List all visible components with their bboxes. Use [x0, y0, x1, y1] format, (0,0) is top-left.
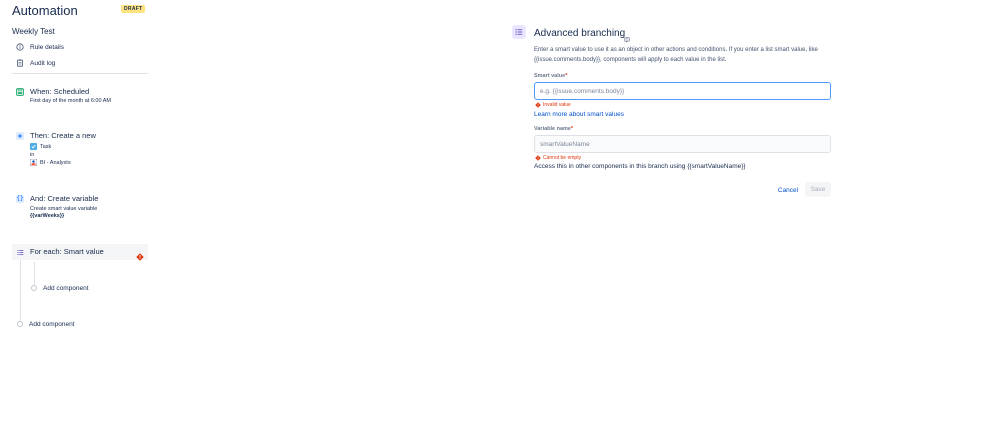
outer-add-dot — [17, 321, 23, 327]
plus-icon — [16, 132, 24, 140]
calendar-icon — [16, 88, 24, 96]
panel-title: Advanced branching — [534, 28, 626, 39]
nav-rule-details[interactable]: Rule details — [16, 43, 64, 51]
panel-description: Enter a smart value to use it as an obje… — [534, 47, 818, 63]
nav-audit-log-label: Audit log — [30, 59, 56, 67]
outer-connector — [20, 260, 21, 322]
add-component-inner[interactable]: Add component — [43, 285, 89, 292]
smart-value-input[interactable] — [534, 82, 831, 100]
access-hint: Access this in other components in this … — [534, 163, 746, 170]
sidebar-divider — [12, 73, 148, 74]
action-create-title: Then: Create a new — [30, 131, 96, 140]
save-button[interactable]: Save — [805, 182, 831, 197]
list-icon — [16, 248, 24, 256]
variable-braces-icon: {} — [16, 195, 24, 203]
project-label: BI - Analysts — [40, 159, 71, 166]
smart-value-label-text: Smart value — [534, 73, 566, 79]
smart-value-required-marker: * — [565, 73, 568, 79]
smart-value-label: Smart value* — [534, 73, 567, 79]
draft-badge: DRAFT — [121, 5, 146, 13]
issue-type-label: Task — [40, 143, 52, 150]
project-avatar-icon — [30, 159, 37, 166]
branch-step-foreach[interactable]: For each: Smart value — [12, 244, 148, 261]
error-icon — [136, 248, 144, 266]
cancel-button[interactable]: Cancel — [774, 183, 802, 197]
foreach-title: For each: Smart value — [30, 247, 104, 256]
variable-name-error-text: Cannot be empty — [543, 155, 582, 161]
variable-name-label-text: Variable name — [534, 126, 571, 132]
smart-value-error: Invalid value — [535, 102, 571, 108]
action-variable-subtitle: Create smart value variable — [30, 206, 98, 212]
info-icon — [16, 43, 24, 51]
variable-name-input[interactable] — [534, 135, 831, 153]
nav-rule-details-label: Rule details — [30, 43, 64, 51]
task-icon — [30, 143, 37, 150]
clipboard-icon — [16, 59, 24, 67]
variable-name-required-marker: * — [571, 126, 574, 132]
smart-value-error-text: Invalid value — [543, 102, 571, 108]
variable-name-error: Cannot be empty — [535, 155, 581, 161]
variable-name-label: Variable name* — [534, 126, 573, 132]
add-component-outer[interactable]: Add component — [29, 321, 75, 328]
trigger-title: When: Scheduled — [30, 87, 90, 96]
variable-name-value: {{varWeeks}} — [30, 213, 65, 219]
trigger-subtitle: First day of the month at 6:00 AM — [30, 98, 112, 104]
feedback-icon[interactable] — [624, 30, 630, 43]
nav-audit-log[interactable]: Audit log — [16, 59, 55, 67]
inner-add-dot — [31, 285, 37, 291]
error-icon — [535, 155, 541, 161]
error-icon — [535, 102, 541, 108]
project-row: BI - Analysts — [30, 159, 71, 166]
issue-type-row: Task — [30, 143, 51, 150]
inner-connector — [34, 262, 35, 285]
rule-name: Weekly Test — [12, 27, 55, 36]
action-variable-title: And: Create variable — [30, 194, 99, 203]
app-title: Automation — [12, 3, 78, 18]
learn-more-link[interactable]: Learn more about smart values — [534, 111, 624, 118]
preposition-label: in — [30, 152, 35, 158]
branch-list-icon — [512, 25, 526, 39]
